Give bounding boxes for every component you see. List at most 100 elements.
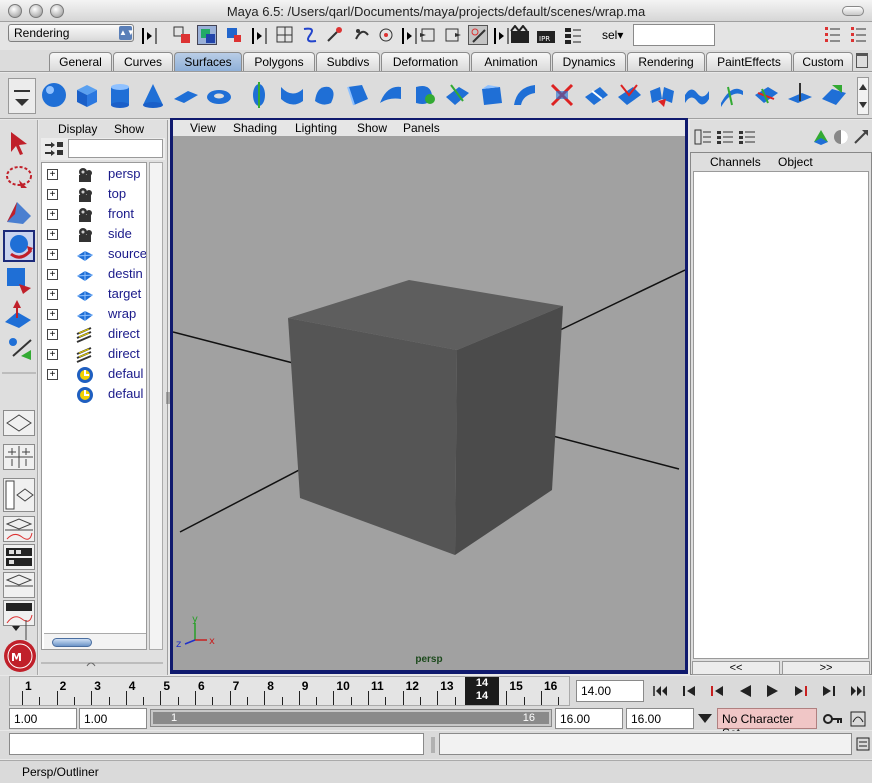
channel-box-menu-object[interactable]: Object <box>778 155 813 169</box>
current-frame-marker[interactable]: 14 14 <box>465 677 499 705</box>
four-pane-layout-button[interactable] <box>3 444 35 470</box>
select-by-hierarchy-icon[interactable] <box>172 25 192 45</box>
menu-set-dropdown[interactable]: Rendering ▲▼ <box>8 24 135 42</box>
channel-box-prev-button[interactable]: << <box>692 661 780 675</box>
collapse-handle-icon[interactable] <box>250 26 272 46</box>
animation-start-field[interactable]: 1.00 <box>9 708 77 729</box>
channel-box-menu-channels[interactable]: Channels <box>710 155 761 169</box>
reverse-direction-icon[interactable] <box>786 81 814 109</box>
current-frame-field[interactable]: 14.00 <box>576 680 644 702</box>
render-layer-icon[interactable] <box>832 128 850 146</box>
persp-hypershade-layout-button[interactable] <box>3 572 35 598</box>
range-slider-bar[interactable]: 1 16 <box>150 709 552 727</box>
list-item[interactable]: + persp <box>42 165 146 185</box>
outliner-horizontal-scrollbar[interactable] <box>44 633 146 649</box>
ipr-render-icon[interactable]: IPR <box>536 25 556 45</box>
list-item[interactable]: + top <box>42 185 146 205</box>
filter-arrows-icon[interactable] <box>43 140 65 158</box>
tab-painteffects[interactable]: PaintEffects <box>706 52 792 71</box>
select-handles-icon[interactable] <box>275 25 295 45</box>
step-back-key-icon[interactable] <box>681 684 697 698</box>
channel-box-next-button[interactable]: >> <box>782 661 870 675</box>
collapse-handle-icon[interactable] <box>140 26 162 46</box>
trash-icon[interactable] <box>856 53 868 68</box>
play-backward-icon[interactable] <box>737 684 753 698</box>
select-by-component-icon[interactable] <box>224 25 244 45</box>
expand-button[interactable]: + <box>47 169 58 180</box>
show-attribute-editor-icon[interactable] <box>822 25 842 45</box>
selection-mode-label[interactable]: sel▾ <box>602 28 623 42</box>
maya-logo-icon[interactable]: M <box>3 639 37 673</box>
channel-box-attribute-list[interactable] <box>693 171 869 659</box>
lasso-tool-icon[interactable] <box>3 162 35 194</box>
tab-surfaces[interactable]: Surfaces <box>174 52 242 71</box>
list-item[interactable]: + defaul <box>42 365 146 385</box>
nurbs-cone-icon[interactable] <box>139 81 167 109</box>
insert-isoparm-icon[interactable] <box>718 81 746 109</box>
revolve-icon[interactable] <box>245 81 273 109</box>
intersect-surfaces-icon[interactable] <box>548 81 576 109</box>
shelf-scroll-arrows[interactable] <box>857 77 869 115</box>
paint-select-tool-icon[interactable] <box>3 196 35 228</box>
planar-icon[interactable] <box>311 81 339 109</box>
list-item[interactable]: + direct <box>42 345 146 365</box>
expand-button[interactable]: + <box>47 289 58 300</box>
persp-graph-layout-button[interactable] <box>3 516 35 542</box>
select-by-object-icon[interactable] <box>197 25 217 45</box>
tab-custom[interactable]: Custom <box>793 52 853 71</box>
step-back-frame-icon[interactable] <box>709 684 725 698</box>
attribute-editor-toggle-icon[interactable] <box>716 129 734 145</box>
output-connections-icon[interactable] <box>443 25 463 45</box>
time-slider-ruler[interactable]: 1 2 3 4 5 6 7 8 9 10 11 12 13 15 16 14 14 <box>9 676 570 706</box>
bevel-icon[interactable] <box>478 81 506 109</box>
rebuild-surface-icon[interactable] <box>752 81 780 109</box>
outliner-menu-display[interactable]: Display <box>58 122 97 136</box>
expand-button[interactable]: + <box>47 229 58 240</box>
expand-button[interactable]: + <box>47 269 58 280</box>
panel-menu-show[interactable]: Show <box>357 121 387 135</box>
detach-surfaces-icon[interactable] <box>683 81 711 109</box>
list-item[interactable]: + target <box>42 285 146 305</box>
list-item[interactable]: + front <box>42 205 146 225</box>
tool-settings-toggle-icon[interactable] <box>738 129 756 145</box>
tab-rendering[interactable]: Rendering <box>627 52 705 71</box>
boundary-icon[interactable] <box>410 81 438 109</box>
expand-button[interactable]: + <box>47 329 58 340</box>
expand-button[interactable]: + <box>47 369 58 380</box>
select-deformers-icon[interactable] <box>325 25 345 45</box>
range-slider-thumb[interactable]: 1 16 <box>153 712 549 724</box>
cube-mesh[interactable] <box>288 280 563 555</box>
select-dynamics-icon[interactable] <box>352 25 372 45</box>
show-tool-settings-icon[interactable] <box>848 25 868 45</box>
step-forward-key-icon[interactable] <box>821 684 837 698</box>
outliner-vertical-scrollbar[interactable] <box>149 162 163 650</box>
untrim-icon[interactable] <box>615 81 643 109</box>
expand-button[interactable]: + <box>47 249 58 260</box>
tab-curves[interactable]: Curves <box>113 52 173 71</box>
nurbs-cube-icon[interactable] <box>73 81 101 109</box>
expand-button[interactable]: + <box>47 189 58 200</box>
tab-general[interactable]: General <box>49 52 112 71</box>
outliner-filter-field[interactable] <box>68 139 163 158</box>
square-surface-icon[interactable] <box>443 81 471 109</box>
list-item[interactable]: + wrap <box>42 305 146 325</box>
stitch-surfaces-icon[interactable] <box>820 81 848 109</box>
panel-menu-shading[interactable]: Shading <box>233 121 277 135</box>
layer-editor-icon[interactable] <box>812 128 830 146</box>
playback-start-field[interactable]: 1.00 <box>79 708 147 729</box>
playback-end-field[interactable]: 16.00 <box>555 708 623 729</box>
go-to-start-icon[interactable] <box>652 684 668 698</box>
list-item[interactable]: + side <box>42 225 146 245</box>
outliner-menu-show[interactable]: Show <box>114 122 144 136</box>
panel-menu-view[interactable]: View <box>190 121 216 135</box>
show-manipulator-tool-icon[interactable] <box>3 332 35 364</box>
tab-polygons[interactable]: Polygons <box>243 52 315 71</box>
outliner-splitter-handle[interactable] <box>39 656 165 670</box>
project-curve-icon[interactable] <box>511 81 539 109</box>
channel-box-toggle-icon[interactable] <box>694 129 712 145</box>
nurbs-torus-icon[interactable] <box>205 81 233 109</box>
list-item[interactable]: + destin <box>42 265 146 285</box>
tab-subdivs[interactable]: Subdivs <box>316 52 380 71</box>
trim-tool-icon[interactable] <box>582 81 610 109</box>
birail-icon[interactable] <box>377 81 405 109</box>
